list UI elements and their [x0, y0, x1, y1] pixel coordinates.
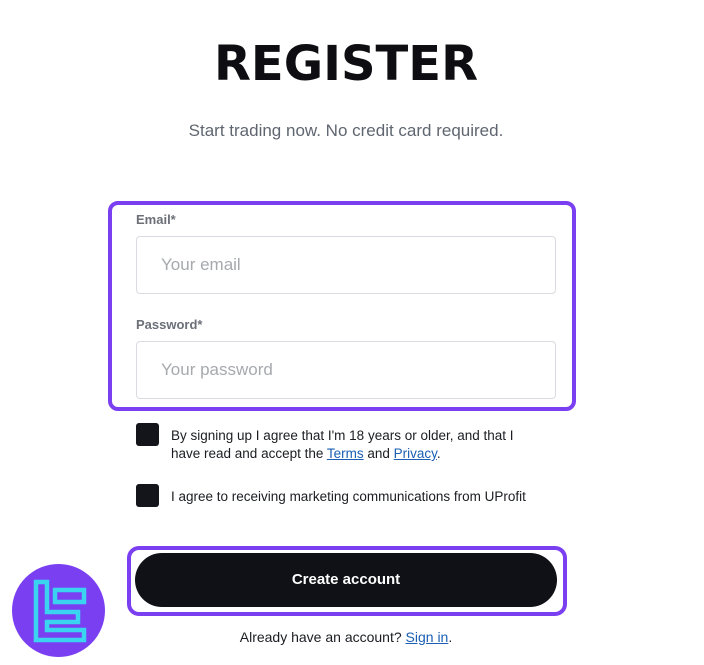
terms-text: By signing up I agree that I'm 18 years …: [171, 427, 541, 463]
tc-logo-glyph: [33, 579, 87, 643]
terms-checkbox[interactable]: [136, 423, 159, 446]
terms-and-text: and: [363, 446, 394, 461]
create-account-button[interactable]: Create account: [135, 553, 557, 607]
password-field[interactable]: [136, 341, 556, 399]
signin-prompt-text: Already have an account?: [239, 629, 406, 645]
tc-logo-icon: [12, 564, 105, 657]
page-title: REGISTER: [213, 36, 479, 92]
marketing-checkbox[interactable]: [136, 484, 159, 507]
terms-link[interactable]: Terms: [327, 446, 364, 461]
signin-period: .: [448, 629, 453, 645]
password-label: Password*: [136, 317, 203, 332]
marketing-text: I agree to receiving marketing communica…: [171, 489, 526, 504]
email-label: Email*: [136, 212, 176, 227]
terms-period: .: [436, 446, 441, 461]
privacy-link[interactable]: Privacy: [394, 446, 437, 461]
page-subtitle: Start trading now. No credit card requir…: [188, 121, 504, 140]
email-field[interactable]: [136, 236, 556, 294]
signin-link[interactable]: Sign in: [406, 629, 449, 645]
